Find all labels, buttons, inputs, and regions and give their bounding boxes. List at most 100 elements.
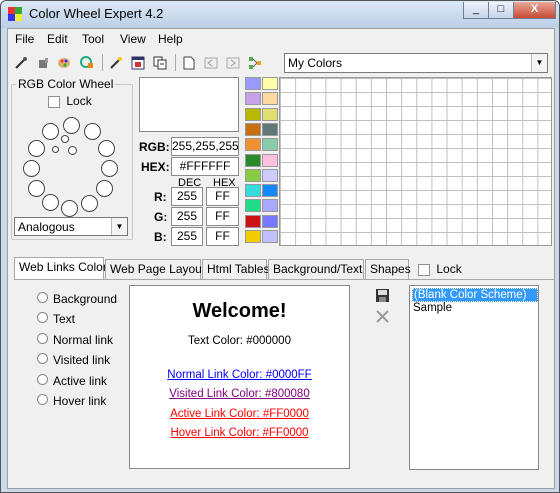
b-dec-field[interactable]: 255 [171,227,203,246]
palette-swatch[interactable] [245,184,261,198]
palette-swatch[interactable] [262,77,278,90]
palette-swatch[interactable] [262,184,278,198]
color-scheme-list[interactable]: (Blank Color Scheme) Sample [409,285,539,470]
palette-swatch[interactable] [262,122,278,136]
wheel-swatch[interactable] [28,180,45,197]
palette-swatch[interactable] [262,214,278,228]
radio-visited-link-label[interactable]: Visited link [53,353,110,367]
wheel-lock-checkbox[interactable]: Lock [48,94,92,108]
chevron-down-icon[interactable]: ▼ [531,54,547,72]
maximize-button[interactable]: □ [488,2,514,19]
menu-view[interactable]: View [120,32,146,46]
r-dec-field[interactable]: 255 [171,187,203,206]
palette-swatch[interactable] [262,230,278,243]
wheel-lock-box[interactable] [48,95,60,108]
list-item[interactable]: (Blank Color Scheme) [412,288,538,302]
wheel-swatch[interactable] [42,123,59,140]
hex-value-field[interactable]: #FFFFFF [171,157,239,176]
rgb-value-field[interactable]: 255,255,255 [171,137,239,156]
custom-color-grid[interactable] [279,77,552,246]
wheel-swatch[interactable] [23,160,40,177]
minimize-button[interactable]: _ [463,2,489,19]
color-scheme-combo[interactable]: My Colors ▼ [284,53,548,73]
palette-swatch[interactable] [245,230,261,243]
preview-active-link[interactable]: Active Link Color: #FF0000 [130,408,349,420]
wheel-swatch[interactable] [96,180,113,197]
r-hex-field[interactable]: FF [206,187,239,206]
save-scheme-icon[interactable] [375,288,390,303]
palette-swatch[interactable] [245,153,261,167]
tab-web-page-layout[interactable]: Web Page Layout [105,259,205,279]
palette-swatch[interactable] [262,107,278,121]
radio-normal-link[interactable] [37,333,48,344]
wheel-inner-swatch[interactable] [68,146,77,155]
palette-swatch[interactable] [245,77,261,90]
preview-hover-link[interactable]: Hover Link Color: #FF0000 [130,427,349,439]
wheel-swatch[interactable] [61,200,78,217]
palette-swatch[interactable] [245,138,261,152]
wheel-inner-swatch[interactable] [52,146,59,153]
previous-icon[interactable] [202,54,219,71]
radio-background-label[interactable]: Background [53,292,117,306]
palette-swatch[interactable] [245,92,261,106]
wheel-inner-swatch[interactable] [61,135,69,143]
palette-icon[interactable] [56,54,73,71]
wheel-swatch[interactable] [101,160,118,177]
menu-help[interactable]: Help [158,32,183,46]
radio-text-label[interactable]: Text [53,312,75,326]
radio-visited-link[interactable] [37,353,48,364]
palette-swatch[interactable] [262,92,278,106]
tabs-lock-checkbox[interactable]: Lock [418,262,462,276]
radio-active-link[interactable] [37,374,48,385]
menu-edit[interactable]: Edit [47,32,68,46]
g-dec-field[interactable]: 255 [171,207,203,226]
color-wheel[interactable] [22,115,122,217]
radio-background[interactable] [37,292,48,303]
tab-html-tables[interactable]: Html Tables [202,259,269,279]
palette-swatch[interactable] [245,122,261,136]
delete-scheme-icon[interactable] [375,309,390,324]
paint-bucket-icon[interactable] [34,54,51,71]
palette-swatch[interactable] [245,199,261,213]
palette-swatch[interactable] [262,138,278,152]
title-bar[interactable]: Color Wheel Expert 4.2 _ □ X [1,1,559,28]
preview-visited-link[interactable]: Visited Link Color: #800080 [130,388,349,400]
radio-text[interactable] [37,312,48,323]
b-hex-field[interactable]: FF [206,227,239,246]
chevron-down-icon[interactable]: ▼ [111,218,127,235]
preview-normal-link[interactable]: Normal Link Color: #0000FF [130,369,349,381]
g-hex-field[interactable]: FF [206,207,239,226]
wheel-swatch[interactable] [81,195,98,212]
palette-swatch[interactable] [245,168,261,182]
tabs-lock-box[interactable] [418,263,430,276]
wheel-swatch[interactable] [84,123,101,140]
menu-tool[interactable]: Tool [82,32,104,46]
menu-file[interactable]: File [15,32,34,46]
custom-color-grid-cells[interactable] [280,78,551,245]
close-button[interactable]: X [513,2,556,19]
harmony-select[interactable]: Analogous ▼ [14,217,128,236]
tab-web-links-color[interactable]: Web Links Color [14,257,107,280]
hierarchy-icon[interactable] [246,54,263,71]
wheel-swatch[interactable] [63,117,80,134]
copy-color-icon[interactable] [151,54,168,71]
radio-hover-link[interactable] [37,394,48,405]
radio-hover-link-label[interactable]: Hover link [53,394,106,408]
palette-swatch[interactable] [245,214,261,228]
palette-swatch[interactable] [262,153,278,167]
new-document-icon[interactable] [180,54,197,71]
radio-active-link-label[interactable]: Active link [53,374,107,388]
palette-swatch[interactable] [245,107,261,121]
wheel-swatch[interactable] [98,140,115,157]
tab-background-text[interactable]: Background/Text [268,259,364,279]
wheel-swatch[interactable] [42,194,59,211]
color-refresh-icon[interactable] [78,54,95,71]
color-picker-window-icon[interactable] [129,54,146,71]
tab-shapes[interactable]: Shapes [365,259,411,279]
wheel-swatch[interactable] [28,140,45,157]
next-icon[interactable] [224,54,241,71]
list-item[interactable]: Sample [412,302,538,316]
palette-swatch[interactable] [262,168,278,182]
palette-swatch[interactable] [262,199,278,213]
magic-wand-icon[interactable] [107,54,124,71]
